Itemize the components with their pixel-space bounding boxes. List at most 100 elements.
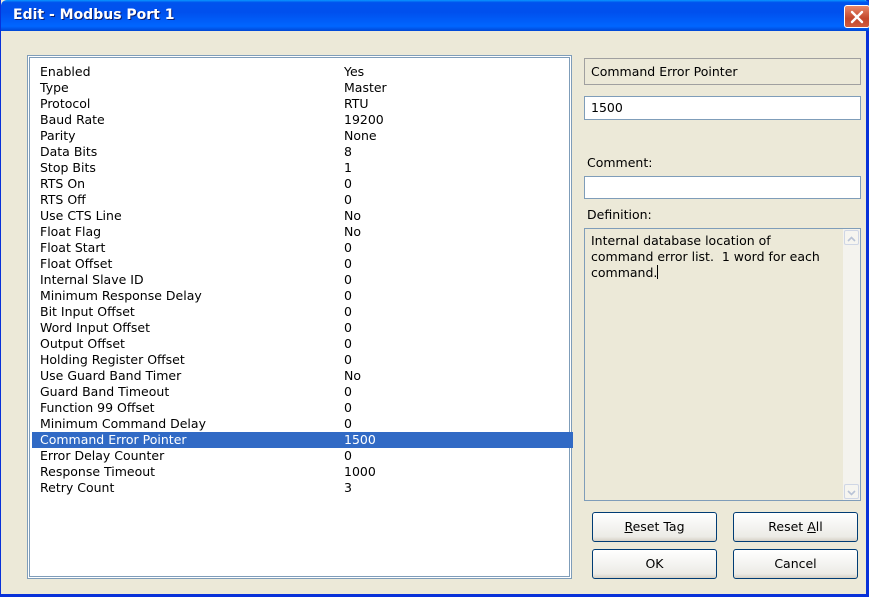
property-name: Protocol	[40, 96, 91, 111]
property-name: Minimum Response Delay	[40, 288, 202, 303]
chevron-up-icon	[847, 230, 856, 245]
title-bar[interactable]: Edit - Modbus Port 1	[1, 0, 869, 31]
property-value: 0	[344, 416, 352, 431]
property-row[interactable]: Enabled Yes	[32, 64, 573, 80]
property-name: Response Timeout	[40, 464, 156, 479]
property-value: 0	[344, 352, 352, 367]
property-name: Stop Bits	[40, 160, 96, 175]
property-value: 0	[344, 240, 352, 255]
property-row[interactable]: Data Bits 8	[32, 144, 573, 160]
scroll-down-button[interactable]	[844, 484, 859, 499]
property-name: Bit Input Offset	[40, 304, 135, 319]
property-name: Enabled	[40, 64, 91, 79]
property-name: Output Offset	[40, 336, 125, 351]
property-row[interactable]: Float Flag No	[32, 224, 573, 240]
property-value: 8	[344, 144, 352, 159]
property-name: Float Offset	[40, 256, 113, 271]
property-row[interactable]: Command Error Pointer 1500	[32, 432, 573, 448]
property-name: Error Delay Counter	[40, 448, 165, 463]
property-row[interactable]: Use CTS Line No	[32, 208, 573, 224]
property-row[interactable]: Response Timeout 1000	[32, 464, 573, 480]
property-row[interactable]: Type Master	[32, 80, 573, 96]
property-row[interactable]: Function 99 Offset 0	[32, 400, 573, 416]
property-row[interactable]: Stop Bits 1	[32, 160, 573, 176]
property-value: Yes	[344, 64, 365, 79]
text-caret	[657, 265, 659, 279]
property-value: 19200	[344, 112, 384, 127]
property-name: Guard Band Timeout	[40, 384, 170, 399]
property-name: Float Flag	[40, 224, 102, 239]
value-input[interactable]: 1500	[584, 96, 861, 120]
property-name: RTS Off	[40, 192, 86, 207]
property-row[interactable]: Minimum Command Delay 0	[32, 416, 573, 432]
reset-tag-button[interactable]: Reset Tag	[592, 512, 717, 542]
property-name: RTS On	[40, 176, 86, 191]
property-value: 0	[344, 320, 352, 335]
property-name: Minimum Command Delay	[40, 416, 206, 431]
cancel-button[interactable]: Cancel	[733, 549, 858, 579]
property-row[interactable]: Bit Input Offset 0	[32, 304, 573, 320]
property-name: Use CTS Line	[40, 208, 122, 223]
reset-all-button[interactable]: Reset All	[733, 512, 858, 542]
property-name: Parity	[40, 128, 76, 143]
property-value: 0	[344, 384, 352, 399]
close-icon	[850, 10, 864, 24]
property-name: Command Error Pointer	[40, 432, 187, 447]
property-row[interactable]: Float Start 0	[32, 240, 573, 256]
property-row[interactable]: Holding Register Offset 0	[32, 352, 573, 368]
definition-text: Internal database location of command er…	[591, 233, 831, 281]
definition-textarea[interactable]: Internal database location of command er…	[584, 228, 861, 501]
comment-field[interactable]	[584, 176, 861, 199]
reset-all-accel: A	[807, 519, 816, 534]
ok-button[interactable]: OK	[592, 549, 717, 579]
property-row[interactable]: Parity None	[32, 128, 573, 144]
property-row[interactable]: Output Offset 0	[32, 336, 573, 352]
property-row[interactable]: Minimum Response Delay 0	[32, 288, 573, 304]
property-row[interactable]: Retry Count 3	[32, 480, 573, 496]
definition-scrollbar[interactable]	[843, 229, 860, 500]
property-row[interactable]: Guard Band Timeout 0	[32, 384, 573, 400]
chevron-down-icon	[847, 484, 856, 499]
window-title: Edit - Modbus Port 1	[13, 7, 175, 23]
dialog-window: Edit - Modbus Port 1 Enabled Yes Type Maste…	[0, 0, 869, 597]
property-value: 0	[344, 288, 352, 303]
ok-label: OK	[645, 556, 664, 571]
property-row[interactable]: Float Offset 0	[32, 256, 573, 272]
cancel-label: Cancel	[774, 556, 817, 571]
reset-all-label-rest: ll	[815, 519, 823, 534]
property-row[interactable]: RTS Off 0	[32, 192, 573, 208]
property-name: Word Input Offset	[40, 320, 150, 335]
property-value: No	[344, 208, 361, 223]
property-row[interactable]: Word Input Offset 0	[32, 320, 573, 336]
property-name: Use Guard Band Timer	[40, 368, 182, 383]
value-input-text: 1500	[591, 100, 623, 115]
scroll-up-button[interactable]	[844, 230, 859, 245]
close-button[interactable]	[844, 5, 869, 28]
property-row[interactable]: Internal Slave ID 0	[32, 272, 573, 288]
property-value: 0	[344, 272, 352, 287]
property-value: Master	[344, 80, 387, 95]
property-list-inner: Enabled Yes Type Master Protocol RTU Baud Rate…	[29, 57, 573, 577]
reset-all-label-pre: Reset	[768, 519, 808, 534]
property-value: No	[344, 368, 361, 383]
property-name: Float Start	[40, 240, 106, 255]
property-value: 0	[344, 400, 352, 415]
property-row[interactable]: RTS On 0	[32, 176, 573, 192]
property-row[interactable]: Baud Rate 19200	[32, 112, 573, 128]
property-value: None	[344, 128, 377, 143]
property-row[interactable]: Use Guard Band Timer No	[32, 368, 573, 384]
property-name: Baud Rate	[40, 112, 105, 127]
property-value: 0	[344, 304, 352, 319]
property-value: 1	[344, 160, 352, 175]
property-value: No	[344, 224, 361, 239]
property-value: 0	[344, 176, 352, 191]
property-row[interactable]: Protocol RTU	[32, 96, 573, 112]
property-row[interactable]: Error Delay Counter 0	[32, 448, 573, 464]
property-list[interactable]: Enabled Yes Type Master Protocol RTU Baud Rate…	[27, 55, 573, 579]
property-value: 0	[344, 256, 352, 271]
comment-label: Comment:	[587, 155, 653, 170]
selected-field-name: Command Error Pointer	[584, 58, 861, 85]
property-value: 1500	[344, 432, 376, 447]
reset-tag-label: eset Tag	[632, 519, 685, 534]
definition-label: Definition:	[587, 207, 652, 222]
